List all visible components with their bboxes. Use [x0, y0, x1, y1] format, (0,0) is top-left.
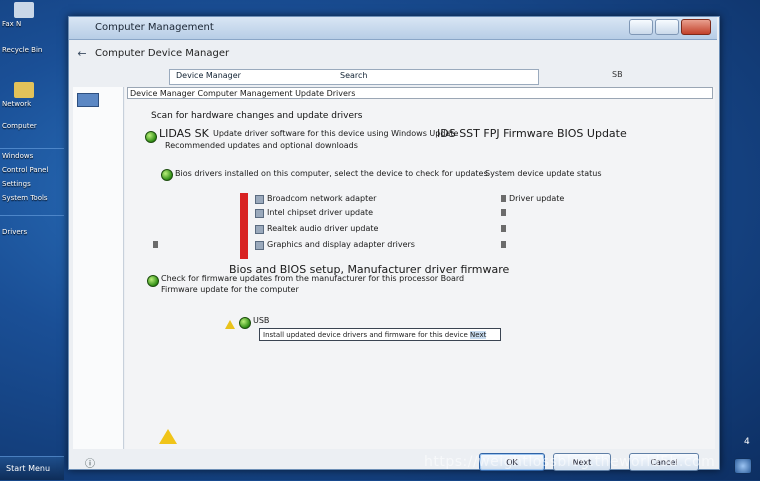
description-text: Install updated device drivers and firmw… [263, 331, 468, 339]
device-item[interactable]: Broadcom network adapter [267, 194, 376, 203]
desktop-item-network[interactable]: Network [2, 82, 64, 109]
device-icon [255, 209, 264, 218]
address-search[interactable]: Search [340, 71, 367, 80]
desktop-divider [0, 215, 64, 216]
fax-icon [14, 2, 34, 18]
section1-line1: Update driver software for this device u… [213, 129, 459, 138]
description-highlight: Next [470, 331, 487, 339]
computer-icon[interactable] [77, 93, 99, 107]
device-icon [255, 225, 264, 234]
desktop-item-settings[interactable]: Settings [2, 180, 64, 189]
section2-right: System device update status [485, 169, 602, 178]
nav-bar: ← Computer Device Manager [75, 44, 711, 66]
tray-icon[interactable] [734, 458, 752, 474]
watermark: https://weightlossblog.theworld5b.com [424, 454, 716, 470]
device-icon [255, 241, 264, 250]
title-bar[interactable]: Computer Management [69, 17, 717, 40]
desktop-item-computer[interactable]: Computer [2, 122, 64, 131]
description-field[interactable]: Install updated device drivers and firmw… [259, 328, 501, 341]
close-button[interactable] [681, 19, 711, 35]
address-dropdown[interactable]: SB [612, 70, 623, 79]
desktop-item-windows[interactable]: Windows [2, 152, 64, 161]
item-marker-icon [153, 241, 158, 248]
section3-line2: Firmware update for the computer [161, 285, 299, 294]
item-marker-icon [501, 225, 506, 232]
tray-label: 4 [744, 437, 750, 447]
desktop-item-fax[interactable]: Fax N [2, 2, 64, 29]
warning-icon [225, 320, 235, 329]
address-bar[interactable]: Device Manager Search SB [169, 69, 623, 85]
content-heading: Scan for hardware changes and update dri… [151, 111, 363, 121]
option-label[interactable]: USB [253, 316, 269, 325]
nav-title: Computer Device Manager [95, 48, 230, 59]
status-ok-icon[interactable] [239, 317, 251, 329]
section3-line1: Check for firmware updates from the manu… [161, 274, 465, 283]
window-title: Computer Management [95, 22, 214, 33]
device-item[interactable]: Realtek audio driver update [267, 224, 378, 233]
status-ok-icon [161, 169, 173, 181]
desktop-item-system-tools[interactable]: System Tools [2, 194, 64, 203]
warning-icon [159, 429, 177, 444]
back-arrow-icon[interactable]: ← [75, 46, 89, 62]
folder-icon [14, 82, 34, 98]
device-item[interactable]: Graphics and display adapter drivers [267, 240, 415, 249]
minimize-button[interactable] [629, 19, 653, 35]
section1-right-title: IDS SST FPJ Firmware BIOS Update [437, 127, 627, 140]
item-marker-icon [501, 241, 506, 248]
desktop-item-drivers[interactable]: Drivers [2, 228, 64, 237]
content-area: Device Manager Computer Management Updat… [125, 87, 715, 449]
main-window: Computer Management ← Computer Device Ma… [68, 16, 720, 471]
address-row: Device Manager Search SB [73, 69, 715, 87]
content-header: Device Manager Computer Management Updat… [127, 87, 713, 99]
item-marker-icon [501, 209, 506, 216]
device-item[interactable]: Intel chipset driver update [267, 208, 373, 217]
item-marker-icon [501, 195, 506, 202]
address-crumb[interactable]: Device Manager [176, 71, 241, 80]
device-icon [255, 195, 264, 204]
maximize-button[interactable] [655, 19, 679, 35]
status-ok-icon [145, 131, 157, 143]
device-item-status: Driver update [509, 194, 565, 203]
desktop-icons: Fax N Recycle Bin Network Computer Windo… [0, 0, 66, 480]
left-pane [73, 87, 124, 449]
section2-line: Bios drivers installed on this computer,… [175, 169, 488, 178]
selection-marker [240, 193, 248, 259]
section1-title: LIDAS SK [159, 127, 209, 140]
section1-line2: Recommended updates and optional downloa… [165, 141, 358, 150]
help-icon[interactable]: ⓘ [85, 455, 95, 470]
desktop-item-recycle[interactable]: Recycle Bin [2, 46, 64, 55]
start-button[interactable]: Start Menu [0, 456, 64, 480]
desktop-divider [0, 148, 64, 149]
status-ok-icon [147, 275, 159, 287]
desktop-item-control-panel[interactable]: Control Panel [2, 166, 64, 175]
